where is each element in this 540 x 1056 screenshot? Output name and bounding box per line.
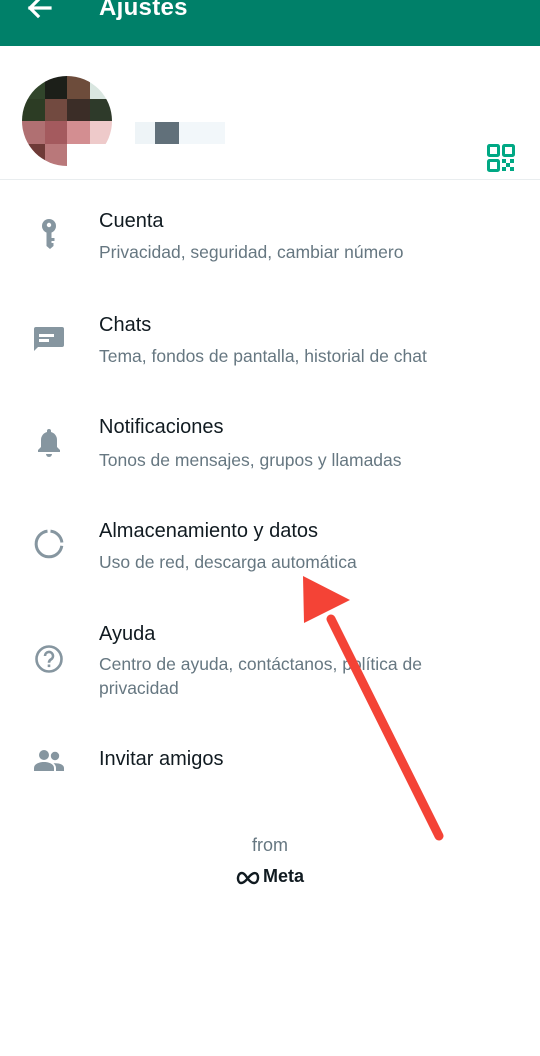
menu-item-label: Almacenamiento y datos — [99, 520, 319, 542]
chat-icon — [33, 322, 65, 354]
app-header: Ajustes — [0, 0, 540, 46]
menu-item-label: Invitar amigos — [99, 748, 224, 770]
menu-item-label: Chats — [99, 314, 152, 336]
menu-item-ayuda[interactable]: Ayuda Centro de ayuda, contáctanos, polí… — [0, 612, 540, 712]
menu-item-cuenta[interactable]: Cuenta Privacidad, seguridad, cambiar nú… — [0, 196, 540, 280]
arrow-left-icon[interactable] — [22, 0, 56, 24]
menu-item-notificaciones[interactable]: Notificaciones Tonos de mensajes, grupos… — [0, 404, 540, 488]
menu-item-subtitle: Tonos de mensajes, grupos y llamadas — [99, 450, 402, 470]
people-icon — [33, 745, 65, 777]
avatar[interactable] — [22, 76, 112, 166]
menu-item-chats[interactable]: Chats Tema, fondos de pantalla, historia… — [0, 300, 540, 384]
bell-icon — [33, 426, 65, 458]
page-title: Ajustes — [99, 0, 188, 21]
menu-item-subtitle: Tema, fondos de pantalla, historial de c… — [99, 346, 427, 366]
help-icon — [33, 643, 65, 675]
qr-code-icon[interactable] — [486, 143, 516, 173]
menu-item-invitar[interactable]: Invitar amigos — [0, 732, 540, 790]
menu-item-subtitle: Privacidad, seguridad, cambiar número — [99, 242, 404, 262]
menu-item-subtitle: Uso de red, descarga automática — [99, 552, 357, 572]
meta-logo-icon — [236, 871, 260, 885]
menu-item-label: Ayuda — [99, 623, 156, 645]
data-usage-icon — [33, 528, 65, 560]
menu-item-label: Cuenta — [99, 210, 164, 232]
meta-brand-label: Meta — [262, 866, 304, 886]
profile-section[interactable] — [0, 46, 540, 180]
key-icon — [33, 218, 65, 250]
menu-item-almacenamiento[interactable]: Almacenamiento y datos Uso de red, desca… — [0, 508, 540, 592]
menu-item-subtitle: Centro de ayuda, contáctanos, política d… — [99, 654, 422, 698]
menu-item-label: Notificaciones — [99, 416, 224, 438]
profile-name-blurred — [135, 122, 225, 144]
footer-from-text: from — [252, 835, 288, 855]
meta-brand: Meta — [0, 866, 540, 887]
